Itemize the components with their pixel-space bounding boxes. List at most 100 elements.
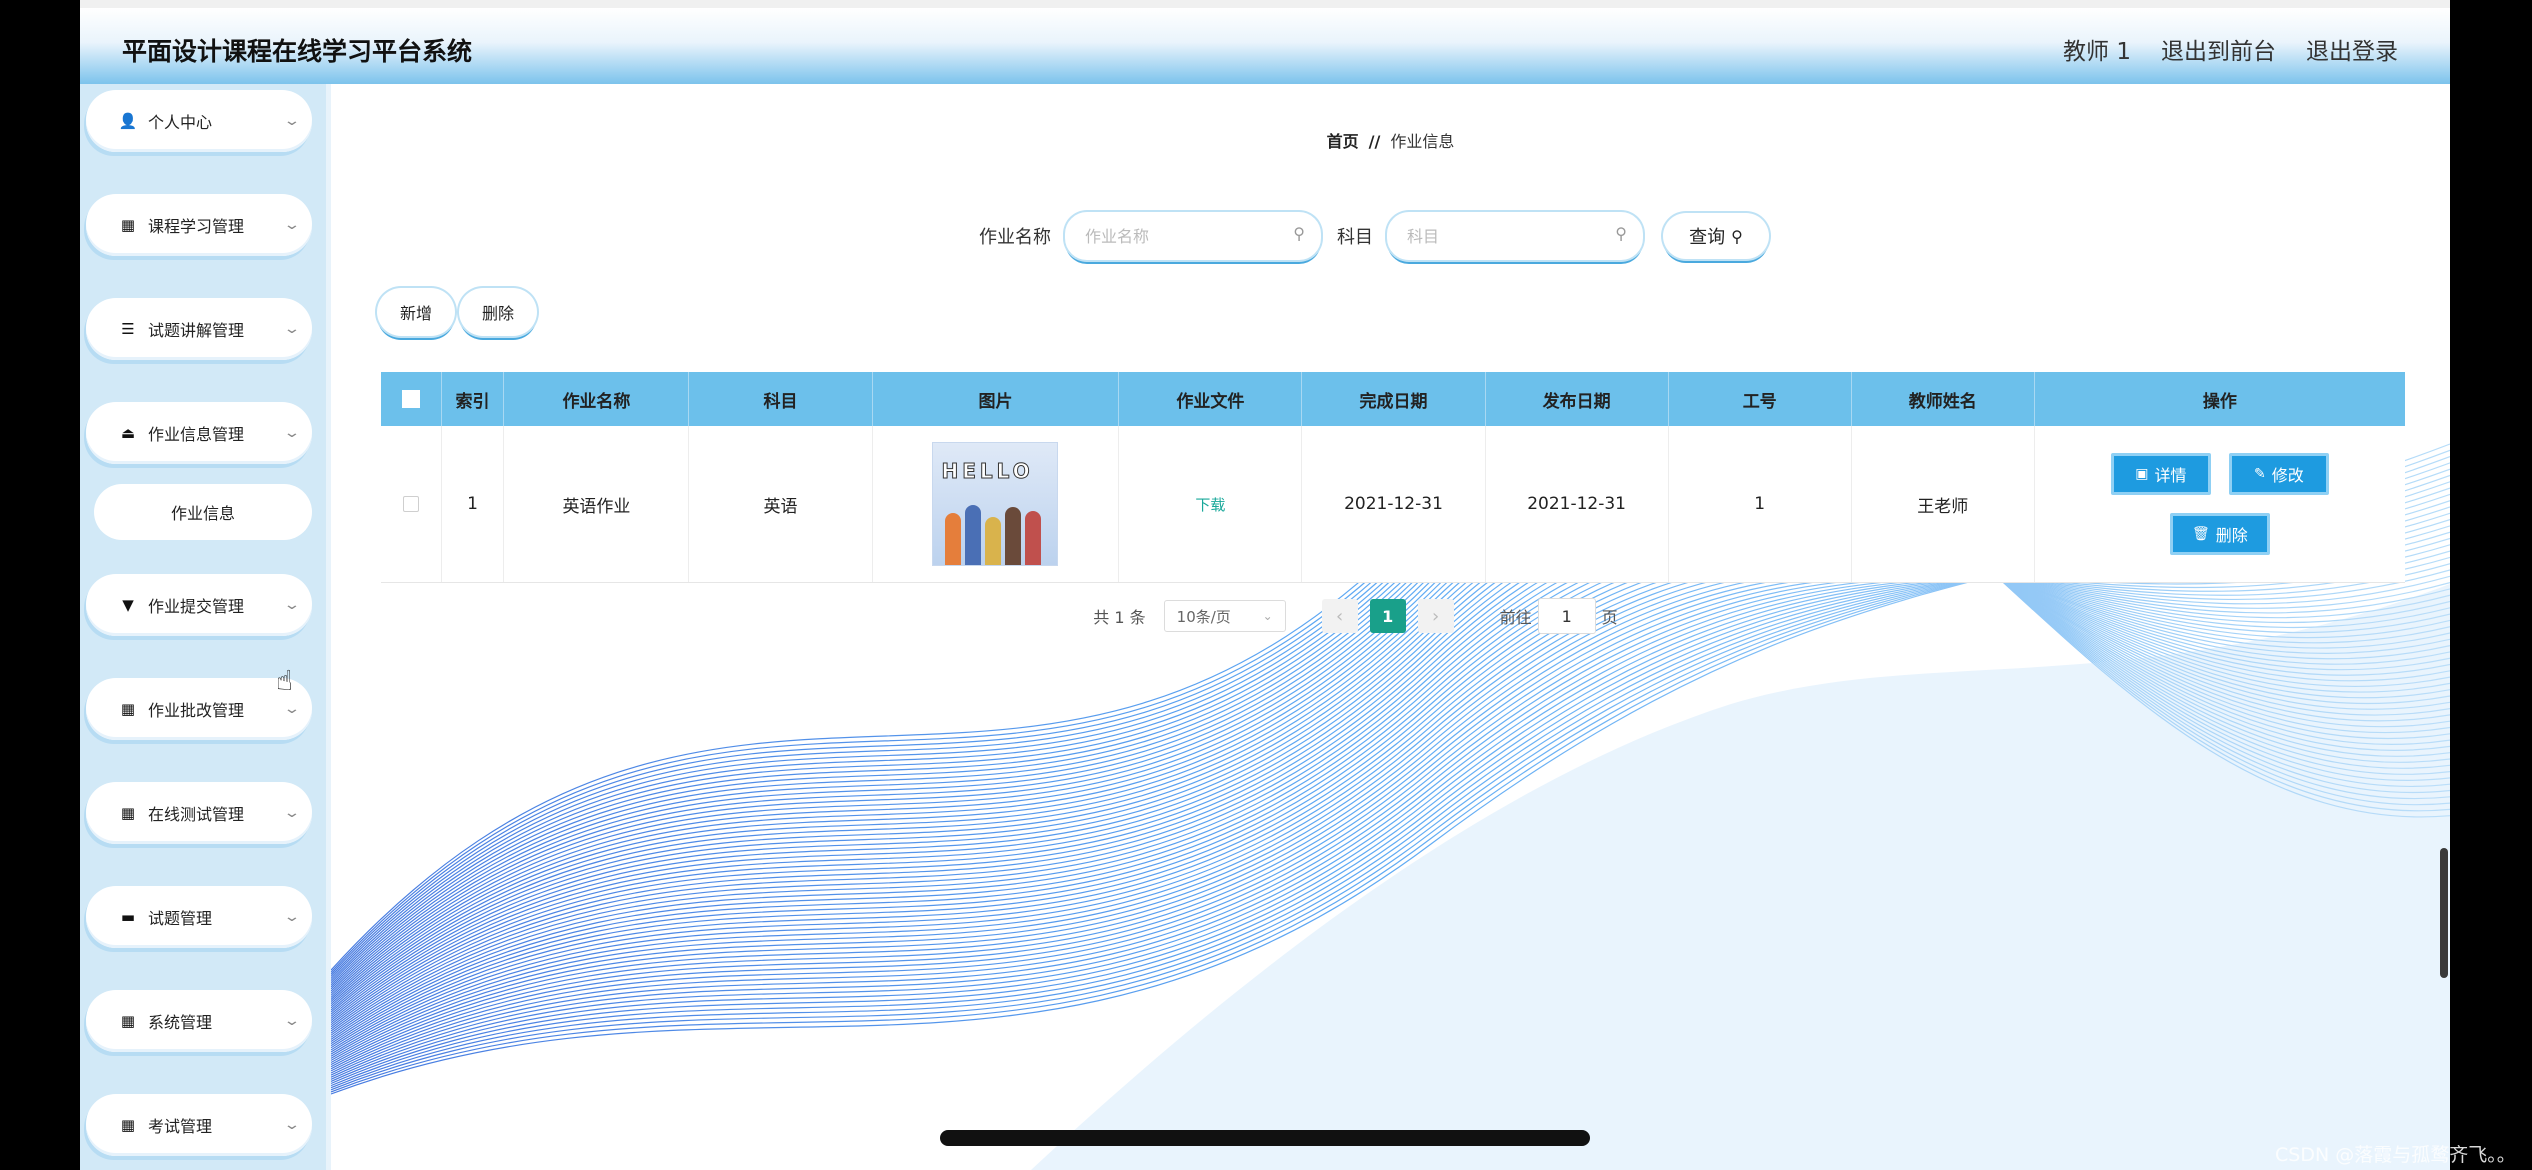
- download-link[interactable]: 下载: [1195, 494, 1225, 515]
- row-checkbox[interactable]: [402, 496, 419, 512]
- figure-shape: [1005, 507, 1022, 565]
- column-header: 工号: [1669, 372, 1852, 426]
- table-header: 索引 作业名称 科目 图片 作业文件 完成日期 发布日期 工号 教师姓名 操作: [381, 372, 2405, 426]
- grid-icon: ▦: [120, 804, 136, 822]
- grid-icon: ▦: [120, 216, 136, 234]
- sidebar-item-label: 考试管理: [148, 1117, 213, 1136]
- operations-cell: ▣ 详情 ✎ 修改 🗑 删除: [2035, 426, 2405, 582]
- trash-icon: 🗑: [2192, 526, 2210, 542]
- sidebar-item-exam[interactable]: ▦ 考试管理 ⌄: [86, 1094, 312, 1156]
- edit-button[interactable]: ✎ 修改: [2228, 453, 2329, 495]
- select-all-checkbox[interactable]: [401, 390, 420, 408]
- sidebar-item-personal-center[interactable]: 👤 个人中心 ⌄: [86, 90, 312, 152]
- chevron-down-icon: ⌄: [283, 909, 301, 925]
- sidebar-item-label: 个人中心: [148, 113, 213, 132]
- chevron-down-icon: ⌄: [283, 701, 301, 717]
- image-cell: HELLO: [873, 426, 1120, 582]
- search-bar: 作业名称 ⚲ 科目 ⚲ 查询 ⚲: [979, 212, 1769, 260]
- next-page-button[interactable]: ›: [1417, 599, 1454, 633]
- monitor-icon: ▬: [120, 908, 136, 926]
- sidebar-item-online-test[interactable]: ▦ 在线测试管理 ⌄: [86, 782, 312, 844]
- breadcrumb-current: 作业信息: [1390, 132, 1455, 151]
- page-number-current[interactable]: 1: [1369, 599, 1406, 633]
- sidebar-item-question-bank[interactable]: ▬ 试题管理 ⌄: [86, 886, 312, 948]
- chevron-down-icon: ⌄: [283, 1013, 301, 1029]
- submenu-item-homework-info[interactable]: 作业信息: [94, 484, 312, 540]
- person-stand-icon: ⏏: [120, 424, 136, 442]
- sidebar-item-question-explain[interactable]: ☰ 试题讲解管理 ⌄: [86, 298, 312, 360]
- page-size-value: 10条/页: [1176, 607, 1231, 626]
- doc-icon: ▣: [2135, 466, 2149, 482]
- column-header: 完成日期: [1302, 372, 1486, 426]
- grid-icon: ▦: [120, 1116, 136, 1134]
- action-buttons: 新增 删除: [377, 288, 537, 336]
- column-header: 作业名称: [504, 372, 690, 426]
- homework-name-cell: 英语作业: [504, 426, 690, 582]
- select-all-cell: [381, 372, 442, 426]
- table-row: 1 英语作业 英语 HELLO 下载 2021-12-31 2021-12-31: [381, 426, 2405, 583]
- delete-button[interactable]: 🗑 删除: [2169, 513, 2270, 555]
- homework-name-input[interactable]: [1083, 226, 1287, 247]
- pagination: 共 1 条 10条/页 ⌄ ‹ 1 › 前往 1 页: [331, 598, 2450, 634]
- chevron-down-icon: ⌄: [1262, 609, 1273, 623]
- batch-delete-button[interactable]: 删除: [459, 288, 537, 336]
- logout-link[interactable]: 退出登录: [2306, 32, 2398, 66]
- scrollbar-thumb[interactable]: [2440, 848, 2448, 978]
- search-icon: ⚲: [1615, 224, 1627, 243]
- back-to-frontend-link[interactable]: 退出到前台: [2161, 32, 2276, 66]
- watermark: CSDN @落霞与孤鹜齐飞。。: [2275, 1144, 2516, 1166]
- subject-label: 科目: [1337, 227, 1373, 248]
- column-header: 发布日期: [1486, 372, 1669, 426]
- homework-image[interactable]: HELLO: [932, 442, 1059, 566]
- current-user-link[interactable]: 教师 1: [2063, 32, 2131, 66]
- detail-button-label: 详情: [2154, 466, 2187, 485]
- homework-table: 索引 作业名称 科目 图片 作业文件 完成日期 发布日期 工号 教师姓名 操作 …: [381, 372, 2405, 583]
- main-content: 首页 // 作业信息 作业名称 ⚲ 科目 ⚲ 查询 ⚲ 新增 删除: [331, 84, 2450, 1170]
- sidebar-item-course-learning[interactable]: ▦ 课程学习管理 ⌄: [86, 194, 312, 256]
- sidebar-item-label: 系统管理: [148, 1013, 213, 1032]
- sidebar-item-label: 作业信息管理: [148, 425, 245, 444]
- column-header: 操作: [2202, 391, 2237, 412]
- chevron-down-icon: ⌄: [283, 217, 301, 233]
- home-indicator: [940, 1130, 1590, 1146]
- subject-input[interactable]: [1405, 226, 1609, 247]
- header-links: 教师 1 退出到前台 退出登录: [2063, 32, 2398, 66]
- grid-icon: ▦: [120, 1012, 136, 1030]
- finish-date-cell: 2021-12-31: [1302, 426, 1486, 582]
- breadcrumb-home[interactable]: 首页: [1327, 132, 1359, 151]
- figure-shape: [945, 513, 962, 565]
- chevron-down-icon: ⌄: [283, 597, 301, 613]
- sidebar-item-homework-submit[interactable]: ▼ 作业提交管理 ⌄: [86, 574, 312, 636]
- query-button[interactable]: 查询 ⚲: [1663, 213, 1769, 259]
- page-size-select[interactable]: 10条/页 ⌄: [1163, 600, 1286, 632]
- chevron-down-icon: ⌄: [283, 113, 301, 129]
- prev-page-button[interactable]: ‹: [1321, 599, 1358, 633]
- sidebar-item-label: 在线测试管理: [148, 805, 245, 824]
- sidebar-item-system[interactable]: ▦ 系统管理 ⌄: [86, 990, 312, 1052]
- breadcrumb-separator: //: [1368, 132, 1381, 151]
- chevron-down-icon: ⌄: [283, 805, 301, 821]
- row-select-cell: [381, 426, 442, 582]
- sidebar-item-label: 作业提交管理: [148, 597, 245, 616]
- figure-shape: [965, 505, 982, 565]
- add-button[interactable]: 新增: [377, 288, 455, 336]
- sidebar-item-label: 试题管理: [148, 909, 213, 928]
- publish-date-cell: 2021-12-31: [1486, 426, 1669, 582]
- goto-page-input[interactable]: 1: [1537, 598, 1596, 634]
- edit-icon: ✎: [2254, 466, 2266, 482]
- stamp-icon: ▼: [122, 596, 134, 614]
- app-header: 平面设计课程在线学习平台系统 教师 1 退出到前台 退出登录: [80, 8, 2450, 84]
- subject-field[interactable]: ⚲: [1387, 212, 1643, 260]
- column-header: 图片: [873, 372, 1120, 426]
- chevron-down-icon: ⌄: [283, 425, 301, 441]
- detail-button[interactable]: ▣ 详情: [2110, 453, 2211, 495]
- job-number-cell: 1: [1669, 426, 1852, 582]
- figure-shape: [1025, 511, 1042, 565]
- homework-name-field[interactable]: ⚲: [1065, 212, 1321, 260]
- total-count: 共 1 条: [1093, 608, 1146, 627]
- sidebar-item-homework-info[interactable]: ⏏ 作业信息管理 ⌄: [86, 402, 312, 464]
- operations-row: ▣ 详情 ✎ 修改: [2110, 453, 2329, 495]
- pagination-inner: 共 1 条 10条/页 ⌄ ‹ 1 › 前往 1 页: [1093, 598, 1618, 634]
- column-header: 教师姓名: [1852, 372, 2035, 426]
- chevron-down-icon: ⌄: [283, 321, 301, 337]
